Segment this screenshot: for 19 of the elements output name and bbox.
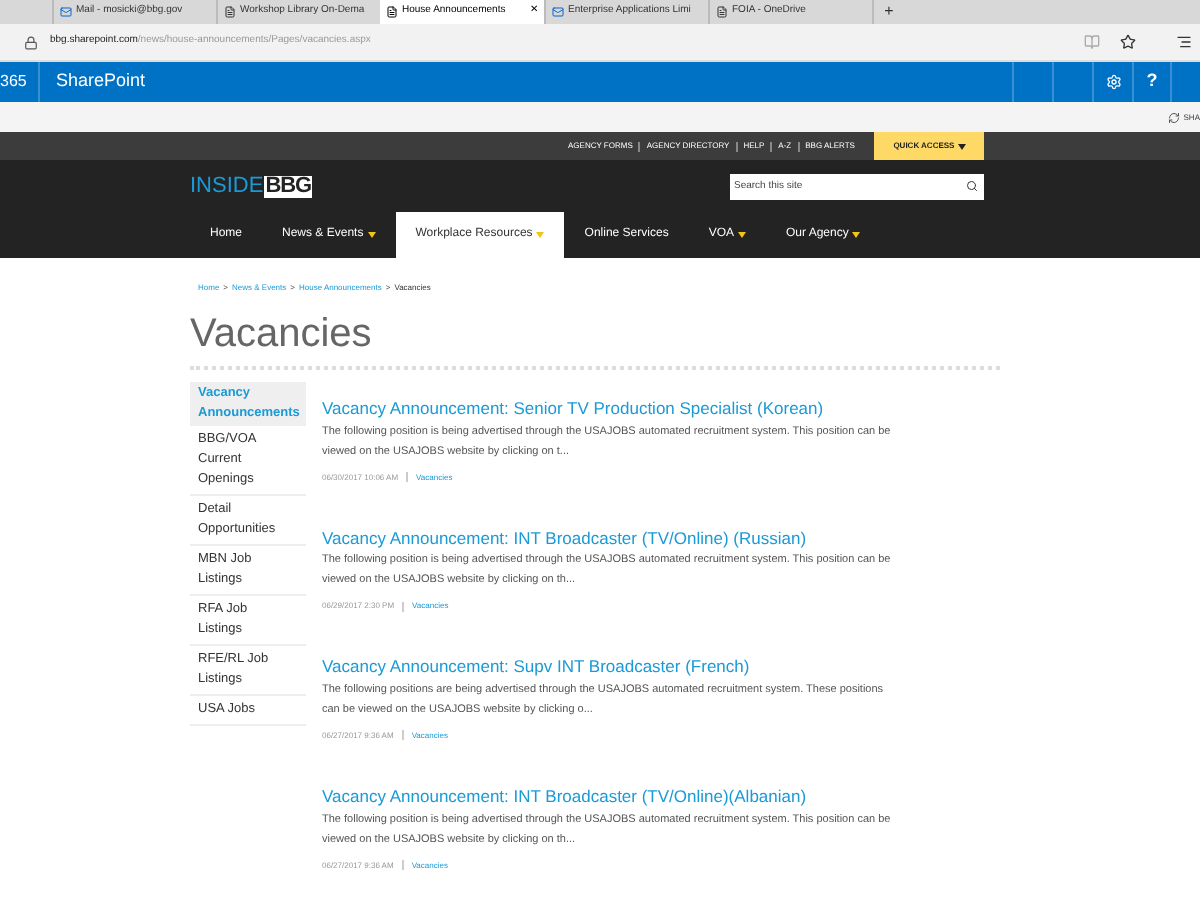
page-icon [224,6,236,18]
search-icon[interactable] [966,179,978,191]
page-title: Vacancies [190,310,374,360]
page-icon [716,6,728,18]
lock-icon [24,35,38,49]
caret-icon [852,232,861,238]
caret-icon [958,143,967,149]
caret-icon [738,232,746,238]
caret-icon [367,232,376,238]
favorite-star-icon[interactable] [1120,34,1136,50]
hub-menu-icon[interactable] [1176,34,1192,50]
mail-icon [60,6,72,18]
sharepoint-title[interactable]: SharePoint [56,68,1012,96]
share-icon[interactable] [1167,111,1180,123]
caret-icon [536,232,545,238]
page-icon [386,6,398,18]
logo[interactable]: INSIDEBBG [190,175,313,197]
settings-icon[interactable] [1105,74,1121,90]
mail-icon [552,6,564,18]
